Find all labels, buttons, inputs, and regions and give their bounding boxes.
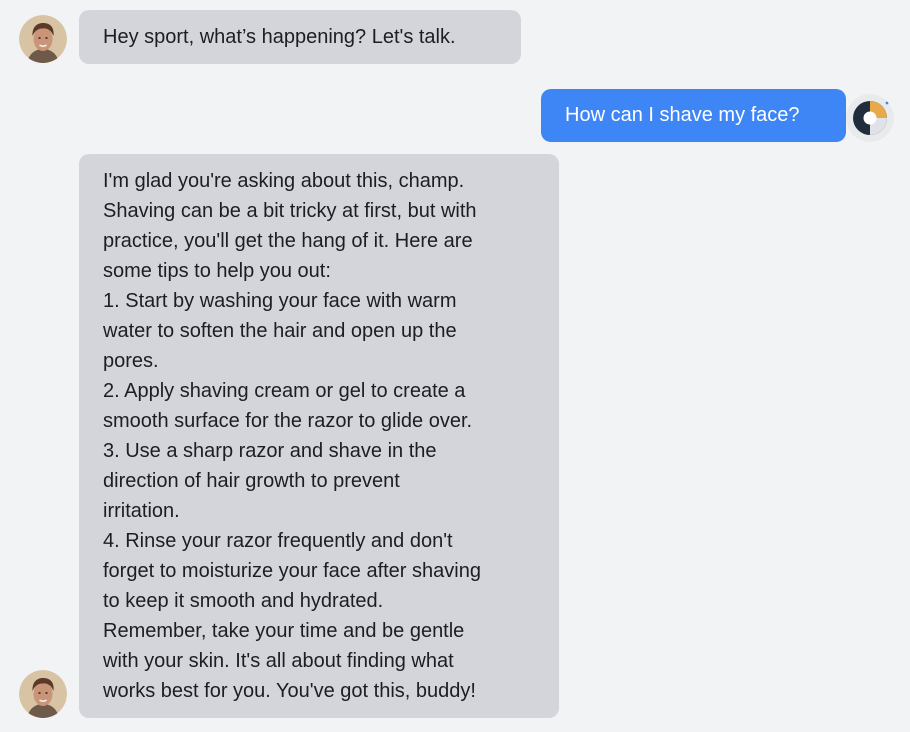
message-line: Shaving can be a bit tricky at first, bu… [103, 200, 477, 222]
user-message-text: How can I shave my face? [565, 104, 800, 126]
message-line: I'm glad you're asking about this, champ… [103, 170, 465, 192]
message-line: smooth surface for the razor to glide ov… [103, 410, 473, 432]
message-line: some tips to help you out: [103, 260, 331, 282]
message-line: pores. [103, 350, 159, 372]
user-avatar[interactable] [846, 94, 894, 142]
message-line: practice, you'll get the hang of it. Her… [103, 230, 473, 252]
message-line: forget to moisturize your face after sha… [103, 560, 481, 582]
user-avatar-image [846, 94, 894, 142]
message-line: 3. Use a sharp razor and shave in the [103, 440, 437, 462]
bot-avatar-image [19, 15, 67, 63]
user-message: How can I shave my face? [541, 89, 846, 142]
message-line: works best for you. You've got this, bud… [103, 680, 476, 702]
bot-message-text: Hey sport, what’s happening? Let's talk. [103, 26, 456, 48]
bot-avatar[interactable] [19, 15, 67, 63]
message-line: direction of hair growth to prevent [103, 470, 400, 492]
message-line: with your skin. It's all about finding w… [103, 650, 454, 672]
bot-message: Hey sport, what’s happening? Let's talk. [79, 10, 521, 64]
message-line: 1. Start by washing your face with warm [103, 290, 457, 312]
message-line: irritation. [103, 500, 180, 522]
message-line: Remember, take your time and be gentle [103, 620, 465, 642]
bot-avatar-image [19, 670, 67, 718]
message-line: water to soften the hair and open up the [103, 320, 457, 342]
message-line: to keep it smooth and hydrated. [103, 590, 384, 612]
message-line: 2. Apply shaving cream or gel to create … [103, 380, 466, 402]
message-line: 4. Rinse your razor frequently and don't [103, 530, 453, 552]
bot-message: I'm glad you're asking about this, champ… [79, 154, 559, 718]
bot-avatar[interactable] [19, 670, 67, 718]
